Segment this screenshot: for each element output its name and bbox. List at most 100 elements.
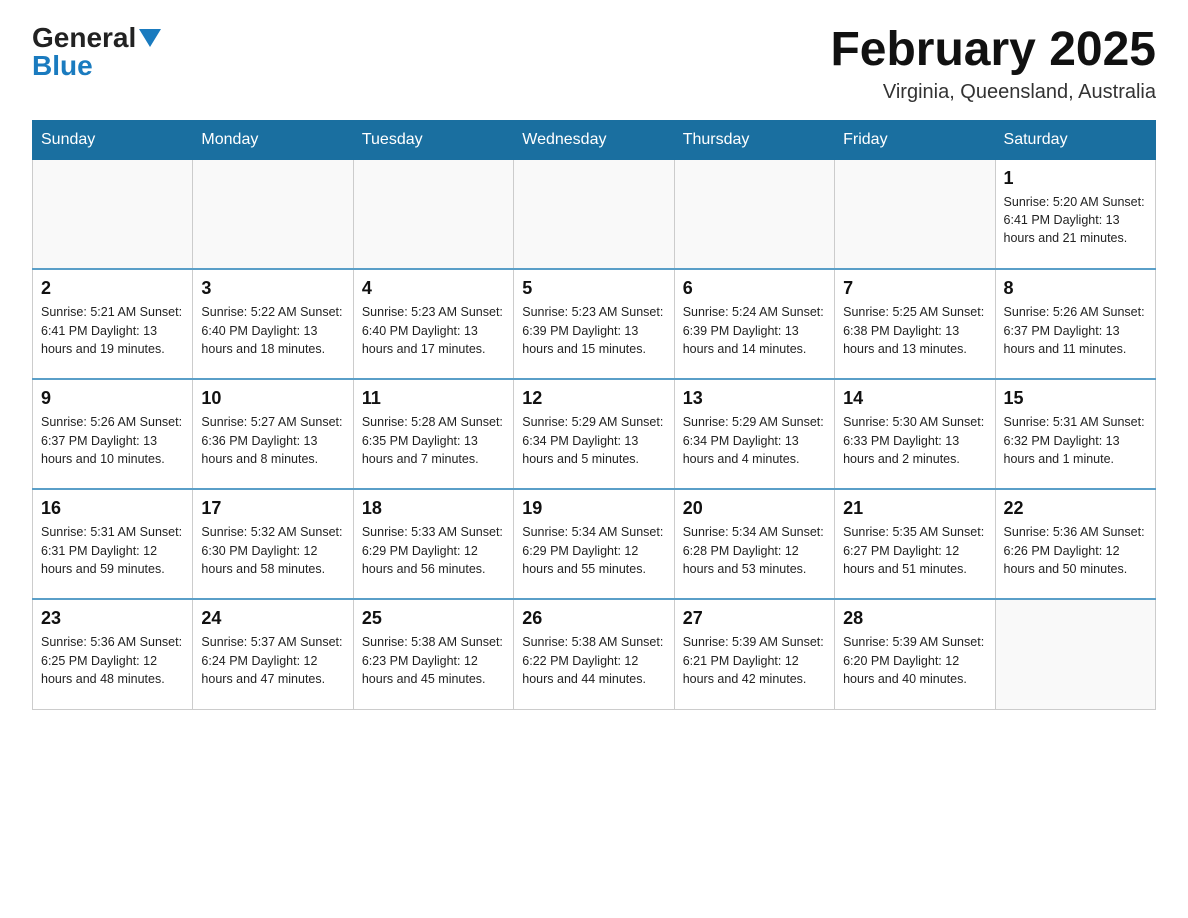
- calendar-cell: 2Sunrise: 5:21 AM Sunset: 6:41 PM Daylig…: [33, 269, 193, 379]
- calendar-cell: 21Sunrise: 5:35 AM Sunset: 6:27 PM Dayli…: [835, 489, 995, 599]
- calendar-cell: 5Sunrise: 5:23 AM Sunset: 6:39 PM Daylig…: [514, 269, 674, 379]
- day-number: 26: [522, 606, 665, 631]
- day-info: Sunrise: 5:34 AM Sunset: 6:29 PM Dayligh…: [522, 523, 665, 577]
- calendar-cell: 7Sunrise: 5:25 AM Sunset: 6:38 PM Daylig…: [835, 269, 995, 379]
- calendar-week-row-4: 16Sunrise: 5:31 AM Sunset: 6:31 PM Dayli…: [33, 489, 1156, 599]
- weekday-header-wednesday: Wednesday: [514, 120, 674, 159]
- day-number: 17: [201, 496, 344, 521]
- calendar-cell: 1Sunrise: 5:20 AM Sunset: 6:41 PM Daylig…: [995, 159, 1155, 269]
- weekday-header-row: SundayMondayTuesdayWednesdayThursdayFrid…: [33, 120, 1156, 159]
- calendar-cell: 23Sunrise: 5:36 AM Sunset: 6:25 PM Dayli…: [33, 599, 193, 709]
- day-number: 12: [522, 386, 665, 411]
- calendar-cell: 15Sunrise: 5:31 AM Sunset: 6:32 PM Dayli…: [995, 379, 1155, 489]
- calendar-cell: [995, 599, 1155, 709]
- calendar-week-row-5: 23Sunrise: 5:36 AM Sunset: 6:25 PM Dayli…: [33, 599, 1156, 709]
- calendar-cell: 14Sunrise: 5:30 AM Sunset: 6:33 PM Dayli…: [835, 379, 995, 489]
- day-info: Sunrise: 5:26 AM Sunset: 6:37 PM Dayligh…: [41, 413, 184, 467]
- calendar-cell: [353, 159, 513, 269]
- calendar-cell: [514, 159, 674, 269]
- day-number: 8: [1004, 276, 1147, 301]
- day-info: Sunrise: 5:31 AM Sunset: 6:32 PM Dayligh…: [1004, 413, 1147, 467]
- calendar-cell: 16Sunrise: 5:31 AM Sunset: 6:31 PM Dayli…: [33, 489, 193, 599]
- calendar-cell: [835, 159, 995, 269]
- calendar-cell: [193, 159, 353, 269]
- day-info: Sunrise: 5:36 AM Sunset: 6:26 PM Dayligh…: [1004, 523, 1147, 577]
- weekday-header-saturday: Saturday: [995, 120, 1155, 159]
- calendar-week-row-3: 9Sunrise: 5:26 AM Sunset: 6:37 PM Daylig…: [33, 379, 1156, 489]
- day-number: 5: [522, 276, 665, 301]
- calendar-cell: 25Sunrise: 5:38 AM Sunset: 6:23 PM Dayli…: [353, 599, 513, 709]
- day-info: Sunrise: 5:37 AM Sunset: 6:24 PM Dayligh…: [201, 633, 344, 687]
- logo-triangle-icon: [139, 29, 161, 47]
- day-number: 7: [843, 276, 986, 301]
- logo-blue-text: Blue: [32, 52, 93, 80]
- day-number: 19: [522, 496, 665, 521]
- day-info: Sunrise: 5:32 AM Sunset: 6:30 PM Dayligh…: [201, 523, 344, 577]
- title-block: February 2025 Virginia, Queensland, Aust…: [830, 24, 1156, 104]
- day-number: 3: [201, 276, 344, 301]
- location-subtitle: Virginia, Queensland, Australia: [830, 81, 1156, 104]
- day-info: Sunrise: 5:26 AM Sunset: 6:37 PM Dayligh…: [1004, 303, 1147, 357]
- day-number: 16: [41, 496, 184, 521]
- weekday-header-monday: Monday: [193, 120, 353, 159]
- day-number: 18: [362, 496, 505, 521]
- day-number: 25: [362, 606, 505, 631]
- calendar-cell: [674, 159, 834, 269]
- day-number: 22: [1004, 496, 1147, 521]
- day-number: 20: [683, 496, 826, 521]
- weekday-header-thursday: Thursday: [674, 120, 834, 159]
- calendar-cell: 26Sunrise: 5:38 AM Sunset: 6:22 PM Dayli…: [514, 599, 674, 709]
- day-info: Sunrise: 5:24 AM Sunset: 6:39 PM Dayligh…: [683, 303, 826, 357]
- calendar-week-row-2: 2Sunrise: 5:21 AM Sunset: 6:41 PM Daylig…: [33, 269, 1156, 379]
- day-info: Sunrise: 5:23 AM Sunset: 6:39 PM Dayligh…: [522, 303, 665, 357]
- day-info: Sunrise: 5:29 AM Sunset: 6:34 PM Dayligh…: [683, 413, 826, 467]
- day-number: 27: [683, 606, 826, 631]
- day-number: 2: [41, 276, 184, 301]
- day-info: Sunrise: 5:28 AM Sunset: 6:35 PM Dayligh…: [362, 413, 505, 467]
- day-info: Sunrise: 5:20 AM Sunset: 6:41 PM Dayligh…: [1004, 193, 1147, 247]
- day-info: Sunrise: 5:27 AM Sunset: 6:36 PM Dayligh…: [201, 413, 344, 467]
- calendar-cell: 17Sunrise: 5:32 AM Sunset: 6:30 PM Dayli…: [193, 489, 353, 599]
- weekday-header-sunday: Sunday: [33, 120, 193, 159]
- calendar-cell: 9Sunrise: 5:26 AM Sunset: 6:37 PM Daylig…: [33, 379, 193, 489]
- logo: General Blue: [32, 24, 161, 80]
- day-info: Sunrise: 5:39 AM Sunset: 6:20 PM Dayligh…: [843, 633, 986, 687]
- calendar-cell: 8Sunrise: 5:26 AM Sunset: 6:37 PM Daylig…: [995, 269, 1155, 379]
- day-info: Sunrise: 5:23 AM Sunset: 6:40 PM Dayligh…: [362, 303, 505, 357]
- day-info: Sunrise: 5:38 AM Sunset: 6:22 PM Dayligh…: [522, 633, 665, 687]
- page-header: General Blue February 2025 Virginia, Que…: [32, 24, 1156, 104]
- calendar-cell: 13Sunrise: 5:29 AM Sunset: 6:34 PM Dayli…: [674, 379, 834, 489]
- day-info: Sunrise: 5:35 AM Sunset: 6:27 PM Dayligh…: [843, 523, 986, 577]
- calendar-cell: 22Sunrise: 5:36 AM Sunset: 6:26 PM Dayli…: [995, 489, 1155, 599]
- calendar-cell: 19Sunrise: 5:34 AM Sunset: 6:29 PM Dayli…: [514, 489, 674, 599]
- day-number: 11: [362, 386, 505, 411]
- calendar-cell: 28Sunrise: 5:39 AM Sunset: 6:20 PM Dayli…: [835, 599, 995, 709]
- day-number: 6: [683, 276, 826, 301]
- day-number: 28: [843, 606, 986, 631]
- day-number: 4: [362, 276, 505, 301]
- day-number: 23: [41, 606, 184, 631]
- calendar-cell: 20Sunrise: 5:34 AM Sunset: 6:28 PM Dayli…: [674, 489, 834, 599]
- calendar-cell: 11Sunrise: 5:28 AM Sunset: 6:35 PM Dayli…: [353, 379, 513, 489]
- day-number: 24: [201, 606, 344, 631]
- weekday-header-tuesday: Tuesday: [353, 120, 513, 159]
- calendar-cell: 6Sunrise: 5:24 AM Sunset: 6:39 PM Daylig…: [674, 269, 834, 379]
- day-info: Sunrise: 5:21 AM Sunset: 6:41 PM Dayligh…: [41, 303, 184, 357]
- day-number: 9: [41, 386, 184, 411]
- calendar-cell: 18Sunrise: 5:33 AM Sunset: 6:29 PM Dayli…: [353, 489, 513, 599]
- day-info: Sunrise: 5:34 AM Sunset: 6:28 PM Dayligh…: [683, 523, 826, 577]
- calendar-week-row-1: 1Sunrise: 5:20 AM Sunset: 6:41 PM Daylig…: [33, 159, 1156, 269]
- month-year-title: February 2025: [830, 24, 1156, 77]
- logo-general-text: General: [32, 24, 136, 52]
- day-number: 10: [201, 386, 344, 411]
- day-info: Sunrise: 5:33 AM Sunset: 6:29 PM Dayligh…: [362, 523, 505, 577]
- day-info: Sunrise: 5:39 AM Sunset: 6:21 PM Dayligh…: [683, 633, 826, 687]
- day-info: Sunrise: 5:29 AM Sunset: 6:34 PM Dayligh…: [522, 413, 665, 467]
- calendar-cell: [33, 159, 193, 269]
- day-info: Sunrise: 5:38 AM Sunset: 6:23 PM Dayligh…: [362, 633, 505, 687]
- day-info: Sunrise: 5:22 AM Sunset: 6:40 PM Dayligh…: [201, 303, 344, 357]
- day-info: Sunrise: 5:30 AM Sunset: 6:33 PM Dayligh…: [843, 413, 986, 467]
- day-number: 15: [1004, 386, 1147, 411]
- calendar-cell: 10Sunrise: 5:27 AM Sunset: 6:36 PM Dayli…: [193, 379, 353, 489]
- day-info: Sunrise: 5:25 AM Sunset: 6:38 PM Dayligh…: [843, 303, 986, 357]
